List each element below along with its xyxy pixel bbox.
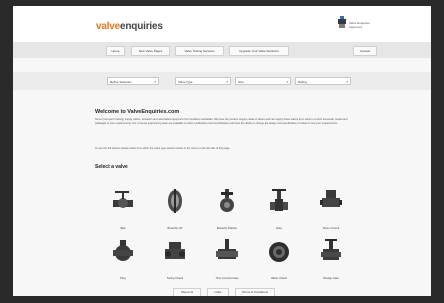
logo-part-valve: valve xyxy=(96,21,121,32)
piston-check-valve-icon xyxy=(320,190,342,207)
badge-text: Valve Enquiries Approved xyxy=(349,21,370,29)
valve-card-plug[interactable]: Plug xyxy=(103,238,143,290)
valve-card-butterfly-hp[interactable]: Butterfly HP xyxy=(155,188,195,240)
size-label: Size xyxy=(238,80,244,84)
header: valveenquiries Valve Enquiries Approved xyxy=(13,6,431,42)
valve-type-dropdown[interactable]: Valve Type ▾ xyxy=(175,77,231,85)
gate-valve-icon xyxy=(270,189,288,211)
swing-check-valve-icon xyxy=(165,242,185,259)
valve-card-wafer-check[interactable]: Wafer Check xyxy=(259,238,299,290)
valve-card-piston-check[interactable]: Piston Check xyxy=(311,188,351,240)
plug-valve-icon xyxy=(113,240,133,261)
valve-label: Butterfly HP xyxy=(167,226,183,230)
valve-label: Swing Check xyxy=(166,276,184,280)
valve-card-thru-conduit-gate[interactable]: Thru Conduit Gate xyxy=(207,238,247,290)
valve-card-ball[interactable]: Ball xyxy=(103,188,143,240)
valve-card-gate[interactable]: Gate xyxy=(259,188,299,240)
butterfly-rubber-valve-icon xyxy=(220,189,234,212)
nav-contact[interactable]: Contact xyxy=(353,46,377,56)
welcome-body: Some (Compact Casting) supply valves, ac… xyxy=(95,118,348,125)
valve-label: Wafer Check xyxy=(270,276,288,280)
nav-upgrade[interactable]: Upgrade Your Valve Solutions xyxy=(229,46,289,56)
select-valve-title: Select a valve xyxy=(95,164,128,170)
rating-label: Rating xyxy=(298,80,307,84)
refine-selection-label: Refine Selection xyxy=(110,80,132,84)
nav-valve-testing[interactable]: Valve Testing Services xyxy=(175,46,224,56)
valve-label: Piston Check xyxy=(322,226,340,230)
valve-label: Ball xyxy=(120,226,126,230)
page: valveenquiries Valve Enquiries Approved … xyxy=(13,6,431,296)
nav-new-valve-pages[interactable]: New Valve Pages xyxy=(131,46,170,56)
refine-selection-dropdown[interactable]: Refine Selection ▾ xyxy=(107,77,159,85)
filter-bar: Refine Selection ▾ Valve Type ▾ Size ▾ R… xyxy=(13,72,431,90)
ball-valve-icon xyxy=(113,191,133,208)
valve-label: Gate xyxy=(275,226,283,230)
chevron-down-icon: ▾ xyxy=(154,80,156,84)
wafer-check-valve-icon xyxy=(269,242,289,262)
valve-label: Plug xyxy=(120,276,126,280)
valve-label: Butterfly Rubber xyxy=(216,226,238,230)
welcome-title: Welcome to ValveEnquiries.com xyxy=(95,109,180,115)
valve-type-label: Valve Type xyxy=(178,80,193,84)
footer-links[interactable]: Links xyxy=(207,288,229,296)
chevron-down-icon: ▾ xyxy=(226,80,228,84)
footer-terms[interactable]: Terms & Conditions xyxy=(235,288,275,296)
top-nav: Home New Valve Pages Valve Testing Servi… xyxy=(13,42,431,58)
chevron-down-icon: ▾ xyxy=(346,80,348,84)
valve-card-wedge-gate[interactable]: Wedge Gate xyxy=(311,238,351,290)
valve-label: Wedge Gate xyxy=(323,276,339,280)
wedge-gate-valve-icon xyxy=(321,239,341,260)
size-dropdown[interactable]: Size ▾ xyxy=(235,77,291,85)
logo-part-enquiries: enquiries xyxy=(120,21,163,32)
valve-card-swing-check[interactable]: Swing Check xyxy=(155,238,195,290)
footer-about-us[interactable]: About Us xyxy=(173,288,201,296)
rating-dropdown[interactable]: Rating ▾ xyxy=(295,77,351,85)
butterfly-valve-icon xyxy=(168,189,182,213)
approval-badge-icon xyxy=(338,16,346,28)
nav-home[interactable]: Home xyxy=(106,46,125,56)
valve-label: Thru Conduit Gate xyxy=(215,276,239,280)
thru-conduit-gate-valve-icon xyxy=(216,239,238,259)
valve-card-butterfly-rubber[interactable]: Butterfly Rubber xyxy=(207,188,247,240)
logo[interactable]: valveenquiries xyxy=(96,21,163,32)
chevron-down-icon: ▾ xyxy=(286,80,288,84)
welcome-note: To see the full options please select fr… xyxy=(95,147,231,150)
